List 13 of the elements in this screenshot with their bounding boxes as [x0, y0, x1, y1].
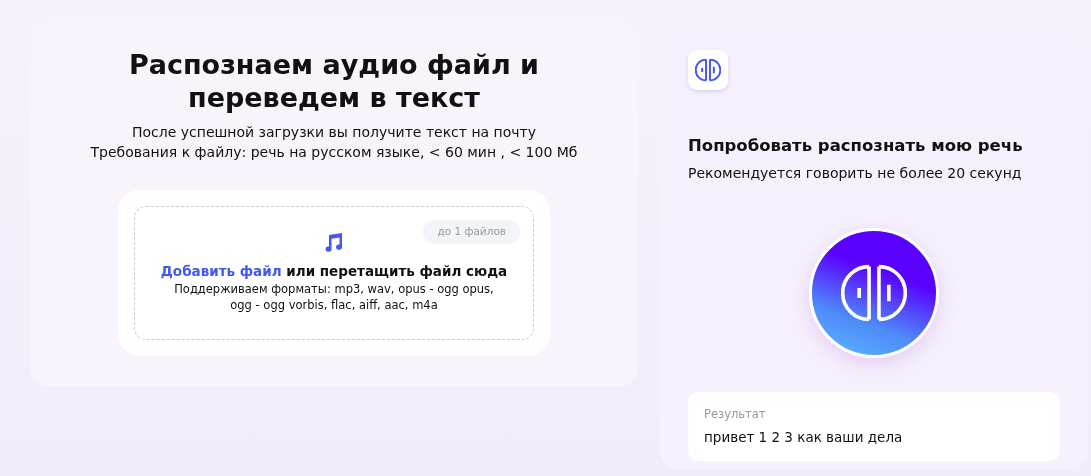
upload-title: Распознаем аудио файл и переведем в текст — [127, 48, 541, 114]
add-file-link[interactable]: Добавить файл — [160, 263, 282, 279]
upload-subtitle: После успешной загрузки вы получите текст на почту — [130, 123, 538, 142]
upload-instruction: Добавить файл или перетащить файл сюда — [160, 262, 508, 281]
upload-subtitle: Требования к файлу: речь на русском языке, < 60 мин , < 100 Мб — [90, 143, 578, 162]
supported-formats: Поддерживаем форматы: mp3, wav, opus - ogg opus, ogg - ogg vorbis, flac, aiff, aac, m4a — [173, 281, 495, 314]
result-text: привет 1 2 3 как ваши дела — [704, 428, 904, 447]
file-limit-badge: до 1 файлов — [423, 220, 520, 244]
result-label: Результат — [704, 405, 767, 423]
dropzone[interactable]: до 1 файлов Добавить файл или перетащить файл сюда Поддерживаем форматы: mp3, wav, opus - ogg opus, ogg - ogg vorbis, flac, aiff, aac, m4a — [134, 206, 534, 340]
app-icon — [688, 50, 728, 90]
speech-title: Попробовать распознать мою речь — [688, 135, 1024, 157]
speech-hint: Рекомендуется говорить не более 20 секунд — [688, 163, 1023, 183]
